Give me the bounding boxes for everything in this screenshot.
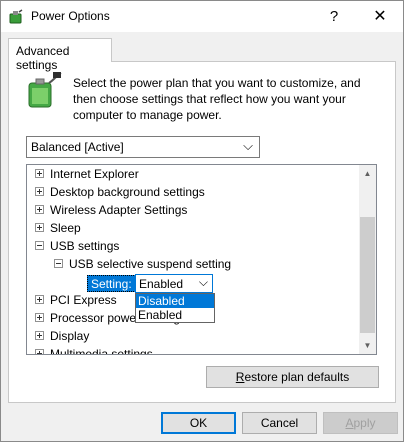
plan-select[interactable]: Balanced [Active] ⌵ xyxy=(26,136,260,158)
plan-select-value: Balanced [Active] xyxy=(31,140,124,154)
expand-icon[interactable] xyxy=(35,168,44,178)
expand-icon[interactable] xyxy=(35,312,44,322)
scroll-down-icon[interactable]: ▼ xyxy=(359,337,376,354)
vertical-scrollbar[interactable]: ▲ ▼ xyxy=(359,165,376,354)
dropdown-option-enabled[interactable]: Enabled xyxy=(136,308,214,322)
expand-icon[interactable] xyxy=(35,294,44,304)
dropdown-option-disabled[interactable]: Disabled xyxy=(136,294,214,308)
expand-icon[interactable] xyxy=(35,330,44,340)
power-options-icon xyxy=(9,9,23,24)
chevron-down-icon: ⌵ xyxy=(198,275,208,289)
settings-tree[interactable]: Internet Explorer Desktop background set… xyxy=(26,164,377,355)
tree-item-desktop-background[interactable]: Desktop background settings xyxy=(35,183,205,201)
setting-dropdown-list[interactable]: Disabled Enabled xyxy=(135,293,215,323)
apply-button[interactable]: Apply xyxy=(323,412,398,434)
restore-label: estore plan defaults xyxy=(244,370,350,384)
tree-item-pci-express[interactable]: PCI Express xyxy=(35,291,117,309)
help-button[interactable]: ? xyxy=(311,1,357,32)
collapse-icon[interactable] xyxy=(35,240,44,250)
tree-item-wireless-adapter[interactable]: Wireless Adapter Settings xyxy=(35,201,187,219)
tree-item-usb-selective-suspend[interactable]: USB selective suspend setting xyxy=(54,255,231,273)
apply-label: pply xyxy=(353,416,376,430)
apply-accel: A xyxy=(345,416,354,430)
setting-combo-value: Enabled xyxy=(139,277,184,291)
description-text: Select the power plan that you want to c… xyxy=(73,76,361,122)
power-options-window: Power Options ? ✕ Advanced settings Sele… xyxy=(0,0,404,442)
close-button[interactable]: ✕ xyxy=(357,1,403,32)
setting-combo[interactable]: Enabled ⌵ xyxy=(135,274,213,293)
collapse-icon[interactable] xyxy=(54,258,63,268)
window-title: Power Options xyxy=(31,9,110,23)
cancel-button[interactable]: Cancel xyxy=(242,412,317,434)
expand-icon[interactable] xyxy=(35,186,44,196)
tree-item-sleep[interactable]: Sleep xyxy=(35,219,81,237)
tree-item-display[interactable]: Display xyxy=(35,327,89,345)
tree-item-usb-settings[interactable]: USB settings xyxy=(35,237,119,255)
restore-plan-defaults-button[interactable]: Restore plan defaults xyxy=(206,366,379,388)
expand-icon[interactable] xyxy=(35,222,44,232)
expand-icon[interactable] xyxy=(35,348,44,354)
tab-label: Advanced settings xyxy=(16,44,70,72)
expand-icon[interactable] xyxy=(35,204,44,214)
battery-plug-icon xyxy=(28,72,62,108)
title-bar: Power Options ? ✕ xyxy=(1,1,403,32)
scroll-up-icon[interactable]: ▲ xyxy=(359,165,376,182)
scroll-thumb[interactable] xyxy=(360,217,375,333)
tree-item-multimedia[interactable]: Multimedia settings xyxy=(35,345,153,354)
setting-label: Setting: xyxy=(87,275,136,292)
tree-item-internet-explorer[interactable]: Internet Explorer xyxy=(35,165,139,183)
chevron-down-icon: ⌵ xyxy=(243,138,253,153)
tab-advanced-settings[interactable]: Advanced settings xyxy=(8,38,112,72)
ok-button[interactable]: OK xyxy=(161,412,236,434)
